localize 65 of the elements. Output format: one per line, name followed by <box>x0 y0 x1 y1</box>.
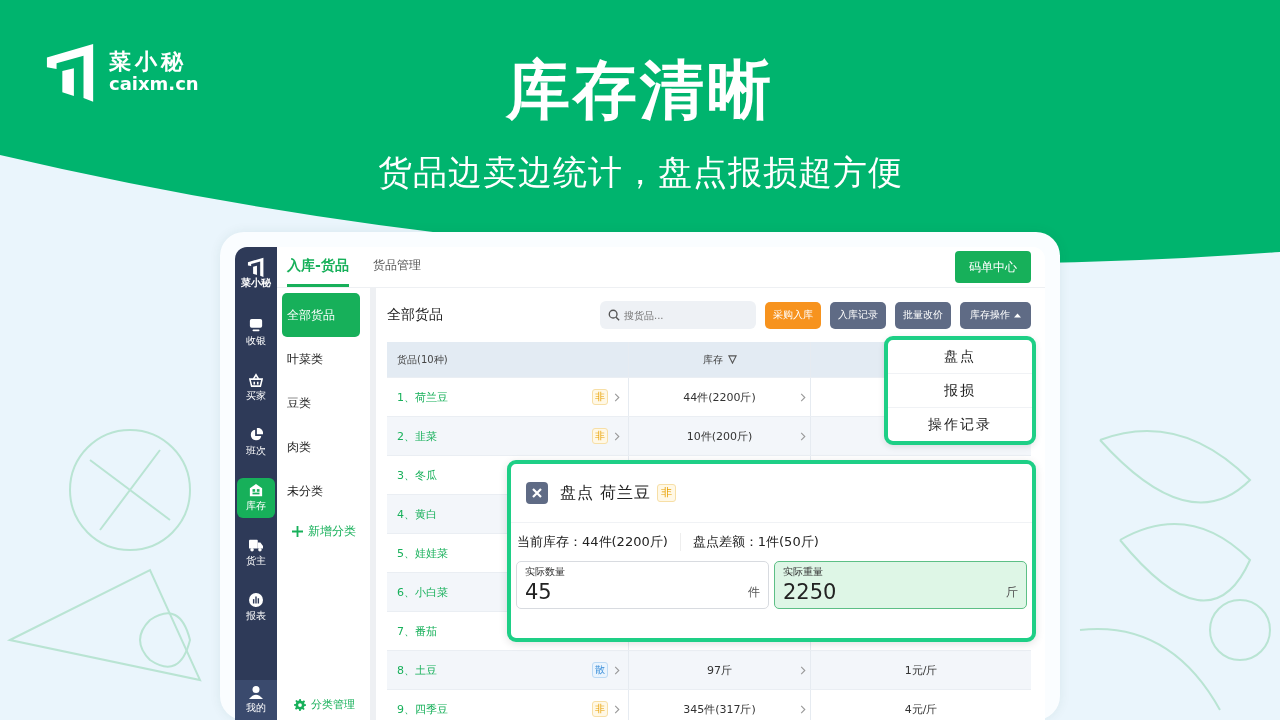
headline: 库存清晰 <box>506 52 774 129</box>
product-tag: 非 <box>592 428 608 444</box>
nav-item[interactable]: 班次 <box>237 423 275 463</box>
menu-item[interactable]: 盘点 <box>888 340 1032 374</box>
input-field[interactable]: 实际重量 2250 斤 <box>774 561 1027 609</box>
category-item[interactable]: 肉类 <box>282 425 360 469</box>
close-icon <box>532 488 542 498</box>
search-field[interactable]: 搜货品... <box>600 301 756 329</box>
truck-icon <box>249 538 263 552</box>
basket-icon <box>249 373 263 387</box>
chevron-icon <box>800 392 806 402</box>
filter-icon <box>727 355 737 364</box>
category-item[interactable]: 豆类 <box>282 381 360 425</box>
chevron-icon <box>800 665 806 675</box>
nav-item[interactable]: 货主 <box>237 533 275 573</box>
category-item[interactable]: 叶菜类 <box>282 337 360 381</box>
tab[interactable]: 货品管理 <box>372 247 421 287</box>
close-button[interactable] <box>526 482 548 504</box>
brand-website: caixm.cn <box>109 74 199 94</box>
chevron-icon <box>614 665 620 675</box>
caret-icon <box>1014 312 1021 318</box>
chevron-icon <box>614 392 620 402</box>
column-header: 货品(10种) <box>397 352 448 367</box>
nav-item[interactable]: 收银 <box>237 313 275 353</box>
stock-cell: 44件(2200斤) <box>683 389 756 405</box>
chevron-icon <box>800 704 806 714</box>
settings-icon <box>294 698 306 711</box>
stock-info: 盘点差额：1件(50斤) <box>679 533 819 551</box>
stock-cell: 10件(200斤) <box>686 428 753 444</box>
subheadline: 货品边卖边统计，盘点报损超方便 <box>377 151 903 194</box>
plus-icon <box>292 526 303 537</box>
brand-name: 菜小秘 <box>109 50 188 75</box>
menu-button[interactable]: 库存操作 <box>960 301 1031 329</box>
logo-icon <box>247 257 265 277</box>
list-title: 全部货品 <box>387 306 444 324</box>
nav-item[interactable]: 买家 <box>237 368 275 408</box>
product-tag: 非 <box>592 701 608 717</box>
category-item[interactable]: 未分类 <box>282 469 360 513</box>
chevron-icon <box>614 431 620 441</box>
price-cell: 1元/斤 <box>904 662 938 678</box>
dialog-title: 盘点 荷兰豆 <box>560 482 652 504</box>
stock-cell: 97斤 <box>707 662 732 678</box>
person-icon <box>249 685 263 699</box>
chevron-icon <box>800 431 806 441</box>
search-icon <box>608 309 620 321</box>
column-header: 库存 <box>702 352 723 367</box>
menu-item[interactable]: 报损 <box>888 374 1032 408</box>
stock-info: 当前库存：44件(2200斤) <box>517 533 668 551</box>
product-tag: 非 <box>657 484 677 502</box>
input-field[interactable]: 实际数量 45 件 <box>516 561 769 609</box>
store-icon <box>249 483 263 497</box>
action-button[interactable]: 入库记录 <box>830 301 886 329</box>
price-cell: 4元/斤 <box>904 701 938 717</box>
menu-item[interactable]: 操作记录 <box>888 408 1032 441</box>
product-tag: 散 <box>592 662 608 678</box>
profile-nav-item[interactable]: 我的 <box>235 680 277 720</box>
stock-cell: 345件(317斤) <box>683 701 756 717</box>
monitor-icon <box>249 318 263 332</box>
pie-chart-icon <box>249 428 263 442</box>
chevron-icon <box>614 704 620 714</box>
bar-chart-icon <box>249 593 263 607</box>
action-button[interactable]: 批量改价 <box>895 301 951 329</box>
product-tag: 非 <box>592 389 608 405</box>
nav-logo-text: 菜小秘 <box>241 277 271 289</box>
nav-item[interactable]: 报表 <box>237 588 275 628</box>
